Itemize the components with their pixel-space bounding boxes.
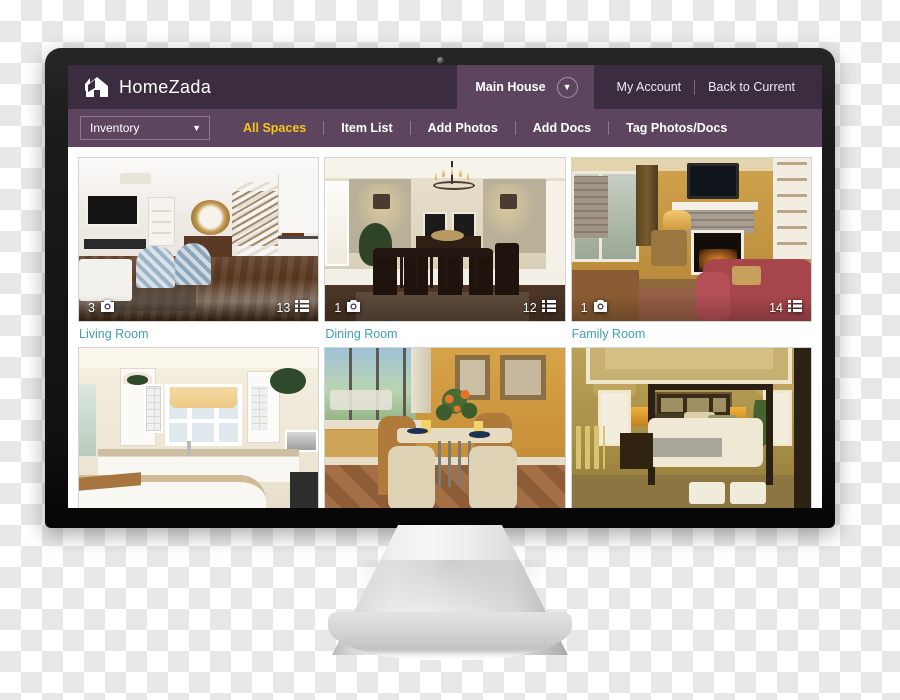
header-links: My Account Back to Current xyxy=(594,65,822,109)
space-card[interactable]: 1 14 Family Room xyxy=(570,157,812,341)
list-icon xyxy=(295,299,310,317)
brand-name: HomeZada xyxy=(119,76,212,97)
space-card[interactable] xyxy=(324,347,566,508)
nav-item-all-spaces[interactable]: All Spaces xyxy=(226,121,323,135)
space-grid: 3 13 Living Room 1 12 Dining Room 1 14 F… xyxy=(78,157,812,508)
camera-icon xyxy=(100,299,115,317)
master-bedroom-photo xyxy=(571,348,811,508)
space-thumbnail[interactable]: 1 14 xyxy=(570,157,812,322)
camera-icon xyxy=(346,299,361,317)
photo-count-group: 3 xyxy=(88,299,115,317)
space-title-living-room[interactable]: Living Room xyxy=(78,322,319,341)
space-meta-bar: 1 14 xyxy=(571,295,811,321)
header-spacer xyxy=(211,65,457,109)
my-account-link[interactable]: My Account xyxy=(604,80,695,94)
nav-item-item-list[interactable]: Item List xyxy=(324,121,409,135)
space-card[interactable]: 1 12 Dining Room xyxy=(324,157,566,341)
chevron-down-icon: ▼ xyxy=(192,122,201,133)
photo-count-group: 1 xyxy=(581,299,608,317)
chevron-down-icon: ▼ xyxy=(556,76,578,98)
photo-count: 3 xyxy=(88,301,95,315)
monitor-frame: HomeZada Main House ▼ My Account Back to… xyxy=(45,48,835,528)
space-card[interactable] xyxy=(78,347,320,508)
brand-logo[interactable]: HomeZada xyxy=(68,65,211,109)
nav-bar: Inventory ▼ All Spaces Item List Add Pho… xyxy=(68,109,822,147)
item-count: 13 xyxy=(276,301,291,315)
space-thumbnail[interactable] xyxy=(324,347,566,508)
space-thumbnail[interactable] xyxy=(570,347,812,508)
house-selector-label: Main House xyxy=(475,80,546,94)
nav-item-tag-photos-docs[interactable]: Tag Photos/Docs xyxy=(609,121,744,135)
space-thumbnail[interactable]: 3 13 xyxy=(78,157,320,322)
space-thumbnail[interactable]: 1 12 xyxy=(324,157,566,322)
space-title-dining-room[interactable]: Dining Room xyxy=(324,322,565,341)
space-card[interactable]: 3 13 Living Room xyxy=(78,157,320,341)
photo-count: 1 xyxy=(580,301,588,315)
item-count-group: 14 xyxy=(769,299,802,317)
breakfast-nook-photo xyxy=(325,348,565,508)
item-count-group: 13 xyxy=(276,299,310,317)
content-area: 3 13 Living Room 1 12 Dining Room 1 14 F… xyxy=(68,147,822,508)
back-to-current-link[interactable]: Back to Current xyxy=(695,80,808,94)
space-thumbnail[interactable] xyxy=(78,347,320,508)
space-card[interactable] xyxy=(570,347,812,508)
list-icon xyxy=(787,299,802,317)
item-count: 14 xyxy=(769,301,783,315)
list-icon xyxy=(541,299,556,317)
monitor-screen: HomeZada Main House ▼ My Account Back to… xyxy=(68,65,822,508)
app-header: HomeZada Main House ▼ My Account Back to… xyxy=(68,65,822,109)
space-meta-bar: 1 12 xyxy=(325,295,565,321)
kitchen-photo xyxy=(79,348,319,508)
module-select-inventory[interactable]: Inventory ▼ xyxy=(80,116,210,140)
photo-count-group: 1 xyxy=(334,299,361,317)
space-meta-bar: 3 13 xyxy=(79,295,319,321)
camera-icon xyxy=(593,299,608,317)
photo-count: 1 xyxy=(334,301,342,315)
item-count-group: 12 xyxy=(523,299,556,317)
nav-item-add-docs[interactable]: Add Docs xyxy=(516,121,608,135)
item-count: 12 xyxy=(522,301,537,315)
house-logo-icon xyxy=(84,75,110,99)
house-selector-button[interactable]: Main House ▼ xyxy=(457,65,594,109)
space-title-family-room[interactable]: Family Room xyxy=(571,322,812,341)
module-select-value: Inventory xyxy=(90,121,140,135)
webcam-icon xyxy=(436,57,444,64)
nav-item-add-photos[interactable]: Add Photos xyxy=(411,121,515,135)
